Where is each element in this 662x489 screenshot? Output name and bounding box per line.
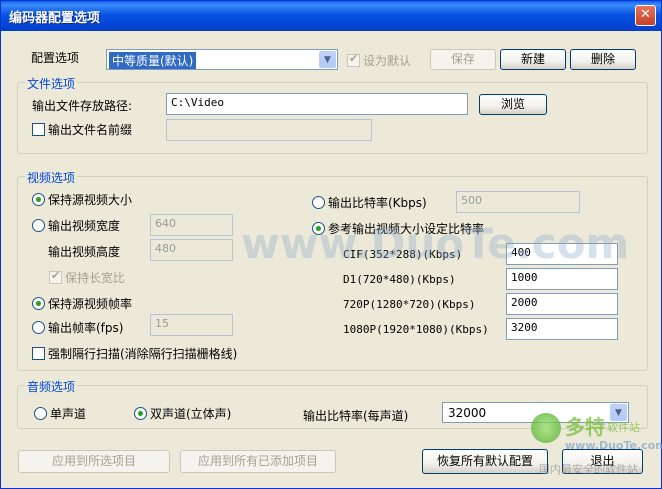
- keep-aspect-ratio-checkbox[interactable]: ✔: [49, 269, 62, 284]
- apply-to-all-button[interactable]: 应用到所有已添加项目: [180, 450, 336, 473]
- config-preset-label: 配置选项: [31, 51, 80, 65]
- check-mark-icon: ✔: [349, 52, 359, 65]
- output-bitrate-input[interactable]: 500: [456, 191, 580, 213]
- close-icon: ✕: [640, 7, 651, 22]
- keep-source-size-label: 保持源视频大小: [48, 193, 133, 207]
- keep-source-fps-label: 保持源视频帧率: [48, 297, 133, 311]
- p720-bitrate-label: 720P(1280*720)(Kbps): [343, 298, 476, 311]
- output-fps-input[interactable]: 15: [150, 314, 233, 336]
- close-button[interactable]: ✕: [635, 5, 656, 26]
- save-button[interactable]: 保存: [430, 49, 496, 70]
- output-path-label: 输出文件存放路径:: [32, 99, 133, 113]
- output-height-input[interactable]: 480: [150, 239, 233, 261]
- output-bitrate-label: 输出比特率(Kbps): [328, 196, 427, 210]
- config-preset-value: 中等质量(默认): [109, 52, 197, 69]
- radio-dot-icon: [36, 197, 41, 202]
- logo-url: www.DuoTe.com: [565, 439, 662, 452]
- p720-bitrate-input[interactable]: 2000: [506, 293, 618, 315]
- output-width-label: 输出视频宽度: [48, 219, 121, 233]
- output-path-input[interactable]: C:\Video: [166, 93, 468, 115]
- title-bar[interactable]: 编码器配置选项 ✕: [1, 1, 661, 31]
- p1080-bitrate-label: 1080P(1920*1080)(Kbps): [343, 323, 489, 336]
- d1-bitrate-input[interactable]: 1000: [506, 268, 618, 290]
- p1080-bitrate-input[interactable]: 3200: [506, 318, 618, 340]
- audio-bitrate-value: 32000: [448, 406, 487, 420]
- force-deinterlace-checkbox[interactable]: [32, 347, 45, 360]
- output-height-label: 输出视频高度: [48, 245, 121, 259]
- radio-dot-icon: [36, 301, 41, 306]
- logo-tagline: 国内最安全的软件站: [539, 463, 638, 476]
- check-mark-icon: ✔: [51, 269, 61, 282]
- mono-label: 单声道: [50, 407, 87, 421]
- filename-prefix-input[interactable]: [166, 119, 372, 141]
- duote-logo-watermark: 多特 软件站 www.DuoTe.com 国内最安全的软件站: [513, 409, 662, 483]
- keep-source-size-radio[interactable]: [32, 193, 45, 206]
- radio-dot-icon: [138, 411, 143, 416]
- new-button[interactable]: 新建: [500, 49, 566, 70]
- keep-aspect-ratio-label: 保持长宽比: [65, 271, 126, 285]
- delete-button[interactable]: 删除: [570, 49, 636, 70]
- output-width-radio[interactable]: [32, 219, 45, 232]
- output-fps-radio[interactable]: [32, 321, 45, 334]
- set-default-label: 设为默认: [363, 54, 412, 68]
- apply-to-selected-button[interactable]: 应用到所选项目: [18, 450, 170, 473]
- stereo-radio[interactable]: [134, 407, 147, 420]
- file-options-title: 文件选项: [25, 75, 78, 92]
- browse-button[interactable]: 浏览: [479, 94, 547, 115]
- video-options-title: 视频选项: [25, 169, 78, 186]
- audio-bitrate-label: 输出比特率(每声道): [303, 409, 409, 423]
- output-fps-label: 输出帧率(fps): [48, 321, 124, 335]
- filename-prefix-label: 输出文件名前缀: [48, 123, 133, 137]
- logo-title: 多特: [565, 415, 605, 439]
- set-default-checkbox[interactable]: ✔: [347, 52, 360, 67]
- logo-ball-icon: [531, 413, 561, 443]
- chevron-down-icon[interactable]: ▼: [319, 51, 336, 68]
- window-title: 编码器配置选项: [9, 11, 101, 26]
- mono-radio[interactable]: [34, 407, 47, 420]
- logo-subtitle: 软件站: [607, 421, 640, 434]
- stereo-label: 双声道(立体声): [150, 407, 232, 421]
- force-deinterlace-label: 强制隔行扫描(消除隔行扫描栅格线): [48, 347, 238, 361]
- encoder-config-dialog: 编码器配置选项 ✕ 配置选项 中等质量(默认) ▼ ✔ 设为默认 保存 新建 删…: [0, 0, 662, 489]
- watermark-text: www.DuoTe.com: [241, 219, 630, 268]
- output-width-input[interactable]: 640: [150, 214, 233, 236]
- audio-options-title: 音频选项: [25, 378, 78, 395]
- d1-bitrate-label: D1(720*480)(Kbps): [343, 273, 456, 286]
- keep-source-fps-radio[interactable]: [32, 297, 45, 310]
- config-preset-select[interactable]: 中等质量(默认) ▼: [106, 49, 338, 70]
- filename-prefix-checkbox[interactable]: [32, 123, 45, 136]
- output-bitrate-radio[interactable]: [312, 196, 325, 209]
